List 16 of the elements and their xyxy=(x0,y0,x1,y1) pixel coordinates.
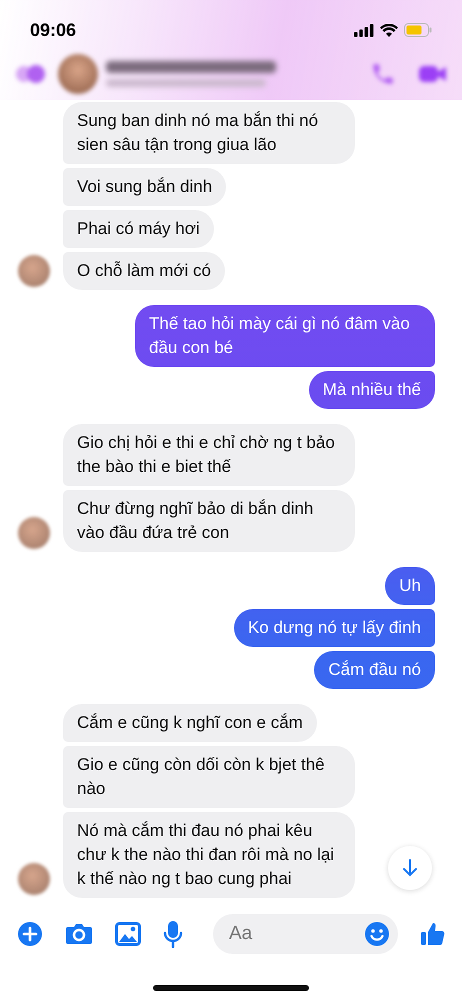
message-bubble: Cắm đầu nó xyxy=(314,651,435,689)
message-bubble: Mà nhiều thế xyxy=(308,371,435,409)
message-bubble: Gio e cũng còn dối còn k bjet thê nào xyxy=(63,746,355,808)
message-bubble: Phai có máy hơi xyxy=(63,210,214,248)
message-bubble: Sung ban dinh nó ma bắn thi nó sien sâu tận trong giua lão xyxy=(63,102,355,164)
message-bubble: Thế tao hỏi mày cái gì nó đâm vào đầu con bé xyxy=(135,305,435,367)
message-bubble: Chư đừng nghĩ bảo di bắn dinh vào đầu đứa trẻ con xyxy=(63,490,355,552)
message-bubble: O chỗ làm mới có xyxy=(63,252,225,290)
message-bubble: Voi sung bắn dinh xyxy=(63,168,226,206)
message-field[interactable]: Aa xyxy=(213,914,398,954)
message-bubble: Uh xyxy=(385,567,435,605)
status-time: 09:06 xyxy=(30,20,76,40)
message-bubble: Cắm e cũng k nghĩ con e cắm xyxy=(63,704,317,742)
message-bubble: Gio chị hỏi e thi e chỉ chờ ng t bảo the bào thi e biet thế xyxy=(63,424,355,486)
message-bubble: Nó mà cắm thi đau nó phai kêu chư k the nào thi đan rôi mà no lại k thế nào ng t bao cung phai xyxy=(63,812,355,898)
message-bubble: Ko dưng nó tự lấy đinh xyxy=(234,609,435,647)
